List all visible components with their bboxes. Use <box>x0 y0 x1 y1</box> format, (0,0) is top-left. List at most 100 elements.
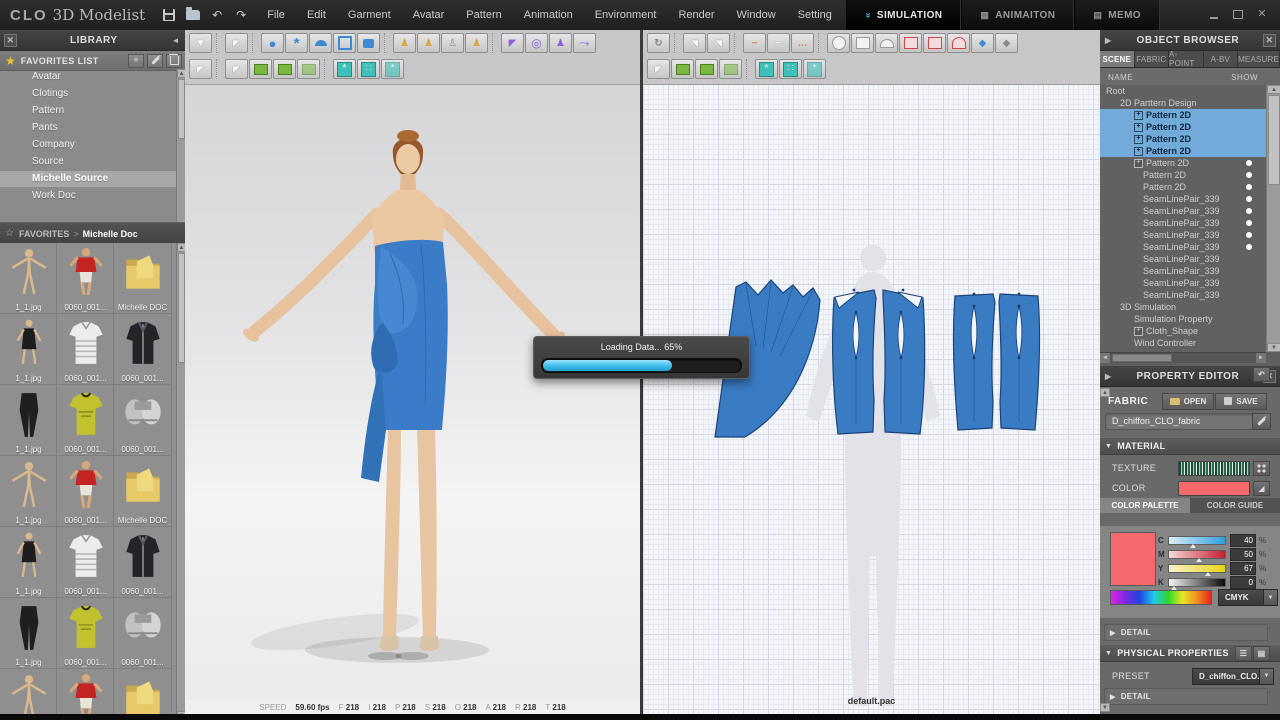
memo-mode-button[interactable]: ▤ MEMO <box>1074 0 1160 30</box>
visibility-dot-icon[interactable] <box>1246 184 1252 190</box>
expand-icon[interactable]: + <box>1134 122 1143 132</box>
snap-select-icon[interactable]: * <box>755 59 778 79</box>
tree-item[interactable]: + Pattern 2D <box>1100 109 1266 121</box>
thumbnail-folder[interactable]: Michelle DOC <box>113 243 172 315</box>
cyan-slider[interactable] <box>1168 535 1226 548</box>
shape-dome-icon[interactable] <box>875 33 898 53</box>
thumbnail-yellow-shirt[interactable]: 0060_001... <box>56 597 115 670</box>
visibility-dot-icon[interactable] <box>1246 172 1252 178</box>
color-mode-dropdown[interactable]: CMYK ▼ <box>1218 589 1278 606</box>
menu-pattern[interactable]: Pattern <box>466 9 501 21</box>
tree-item[interactable]: SeamLinePair_339 <box>1100 277 1266 289</box>
fabric-name-field[interactable]: D_chiffon_CLO_fabric <box>1105 412 1255 430</box>
visibility-dot-icon[interactable] <box>1246 244 1252 250</box>
tree-item[interactable]: 2D Parttern Design <box>1100 97 1266 109</box>
rotate-pattern-icon[interactable] <box>273 59 296 79</box>
save-preset-icon[interactable]: ▤ <box>1253 646 1270 661</box>
transform-tool2-icon[interactable]: ◥ <box>707 33 730 53</box>
panel-close-icon[interactable]: ✕ <box>1263 33 1276 47</box>
magenta-slider[interactable] <box>1168 549 1226 562</box>
preset-dropdown[interactable]: D_chiffon_CLO... ▼ <box>1192 667 1274 685</box>
yellow-slider[interactable] <box>1168 563 1226 576</box>
tab-color-guide[interactable]: COLOR GUIDE <box>1190 498 1280 513</box>
close-icon[interactable]: ✕ <box>1254 7 1270 21</box>
panel-close-icon[interactable]: ✕ <box>4 33 17 47</box>
visibility-dot-icon[interactable] <box>1246 220 1252 226</box>
select-pattern-icon[interactable]: ◤ <box>225 59 248 79</box>
pin-icon[interactable]: ⤳ <box>573 33 596 53</box>
delete-favorite-button[interactable] <box>166 53 182 68</box>
tree-item[interactable]: SeamLinePair_339 <box>1100 217 1266 229</box>
link-pattern-icon[interactable] <box>297 59 320 79</box>
scroll-right-icon[interactable]: ► <box>1256 353 1266 363</box>
panel-collapse-icon[interactable]: ◄ <box>172 36 180 45</box>
move-pattern-icon[interactable] <box>671 59 694 79</box>
select-pattern-icon[interactable]: ◤ <box>647 59 670 79</box>
expand-icon[interactable]: + <box>1134 146 1143 156</box>
expand-icon[interactable]: + <box>1134 326 1143 336</box>
avatar-pose-icon[interactable]: ♟ <box>417 33 440 53</box>
thumbnail-avatar-figure[interactable]: 1_1.jpg <box>0 668 58 720</box>
select-place-icon[interactable]: ◤ <box>225 33 248 53</box>
thumbnail-football-player[interactable]: 0060_001... <box>56 243 115 315</box>
menu-avatar[interactable]: Avatar <box>413 9 445 21</box>
tree-item[interactable]: + Pattern 2D <box>1100 121 1266 133</box>
current-color-swatch[interactable] <box>1110 532 1156 586</box>
color-swatch[interactable] <box>1178 480 1250 496</box>
edit-favorite-button[interactable] <box>147 53 163 68</box>
texture-options-icon[interactable] <box>1253 460 1270 476</box>
pattern-2d-view[interactable]: default.pac <box>643 84 1100 714</box>
thumbnail-shoulder-pads[interactable]: 0060_001... <box>113 597 172 670</box>
menu-animation[interactable]: Animation <box>524 9 573 21</box>
reset-material-icon[interactable]: ↶ <box>1253 367 1270 382</box>
tree-item[interactable]: SeamLinePair_339 <box>1100 289 1266 301</box>
expand-icon[interactable]: + <box>1134 158 1143 168</box>
scroll-left-icon[interactable]: ◄ <box>1100 353 1110 363</box>
edit-points-icon[interactable]: … <box>791 33 814 53</box>
visibility-dot-icon[interactable] <box>1246 160 1252 166</box>
link-pattern-icon[interactable] <box>719 59 742 79</box>
sync-panes-icon[interactable]: ↻ <box>647 33 670 53</box>
black-slider[interactable] <box>1168 577 1226 590</box>
tab-color-palette[interactable]: COLOR PALETTE <box>1100 498 1190 513</box>
simulate-icon[interactable]: ● <box>261 33 284 53</box>
simulate-freeze-icon[interactable]: * <box>285 33 308 53</box>
tab-a-point[interactable]: A-POINT <box>1169 50 1204 68</box>
library-item-work-doc[interactable]: Work Doc <box>0 188 176 204</box>
thumbnail-football-player[interactable]: 0060_001... <box>56 455 115 528</box>
tree-item[interactable]: SeamLinePair_339 <box>1100 193 1266 205</box>
open-button[interactable]: OPEN <box>1162 392 1214 410</box>
scroll-down-icon[interactable]: ▼ <box>1100 703 1110 712</box>
dart-rect2-icon[interactable] <box>923 33 946 53</box>
thumbnail-black-pants[interactable]: 1_1.jpg <box>0 384 58 457</box>
snap-grid-icon[interactable]: ∷ <box>779 59 802 79</box>
thumbnail-black-dress[interactable]: 1_1.jpg <box>0 526 58 599</box>
snap-link-icon[interactable]: * <box>803 59 826 79</box>
avatar-box-icon[interactable] <box>333 33 356 53</box>
pin-circle-icon[interactable]: ◎ <box>525 33 548 53</box>
visibility-dot-icon[interactable] <box>1246 196 1252 202</box>
menu-render[interactable]: Render <box>678 9 714 21</box>
tree-item[interactable]: + Pattern 2D <box>1100 157 1266 169</box>
shape-circle-icon[interactable] <box>827 33 850 53</box>
expand-icon[interactable]: + <box>1134 110 1143 120</box>
library-item-pants[interactable]: Pants <box>0 120 176 136</box>
tree-item[interactable]: Simulation Property <box>1100 313 1266 325</box>
grade-tool-icon[interactable]: ◆ <box>995 33 1018 53</box>
menu-setting[interactable]: Setting <box>798 9 832 21</box>
color-picker-icon[interactable]: ◢ <box>1253 480 1270 496</box>
thumbnail-football-player[interactable]: 0060_001... <box>56 668 115 720</box>
open-folder-icon[interactable] <box>185 7 201 22</box>
collapse-triangle-icon[interactable]: ▼ <box>1105 650 1112 657</box>
panel-pin-icon[interactable]: ▶ <box>1105 36 1112 45</box>
move-pattern-icon[interactable] <box>249 59 272 79</box>
thumbnail-folder[interactable]: Michelle DOC <box>113 455 172 528</box>
avatar-sit-icon[interactable]: ♟ <box>465 33 488 53</box>
thumbnail-white-polo[interactable]: 0060_001... <box>56 313 115 386</box>
library-item-company[interactable]: Company <box>0 137 176 153</box>
minimize-icon[interactable] <box>1206 7 1222 21</box>
thumbnail-black-jacket[interactable]: 0060_001... <box>113 313 172 386</box>
tab-fabric[interactable]: FABRIC <box>1134 51 1170 67</box>
tree-item[interactable]: 3D Simulation <box>1100 301 1266 313</box>
tree-item[interactable]: SeamLinePair_339 <box>1100 229 1266 241</box>
